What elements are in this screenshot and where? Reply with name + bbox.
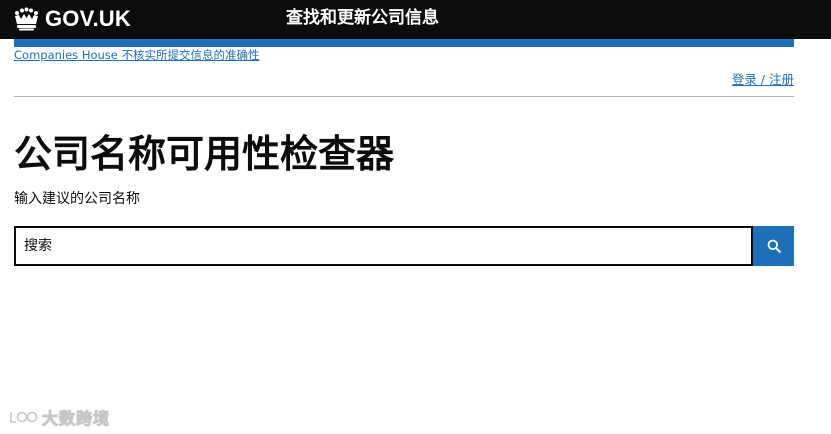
page-title: 公司名称可用性检查器 bbox=[14, 132, 395, 176]
header-accent-bar bbox=[14, 39, 794, 47]
watermark-text: 大数跨境 bbox=[41, 409, 111, 429]
site-header: GOV.UK 查找和更新公司信息 bbox=[0, 0, 831, 39]
company-name-search-form bbox=[14, 226, 794, 266]
section-divider bbox=[14, 96, 794, 97]
logo-text: GOV.UK bbox=[45, 6, 131, 31]
sign-in-register-link[interactable]: 登录 / 注册 bbox=[732, 71, 794, 88]
govuk-logo-link[interactable]: GOV.UK bbox=[13, 6, 131, 32]
service-name-link[interactable]: 查找和更新公司信息 bbox=[286, 7, 439, 29]
search-button[interactable] bbox=[753, 226, 794, 266]
company-name-search-input[interactable] bbox=[14, 226, 753, 266]
accuracy-notice-link[interactable]: Companies House 不核实所提交信息的准确性 bbox=[14, 47, 260, 63]
watermark: 大数跨境 bbox=[8, 405, 110, 429]
search-icon bbox=[767, 239, 781, 253]
watermark-logo-icon bbox=[10, 411, 38, 423]
crown-icon bbox=[15, 7, 38, 31]
search-hint: 输入建议的公司名称 bbox=[14, 191, 140, 207]
